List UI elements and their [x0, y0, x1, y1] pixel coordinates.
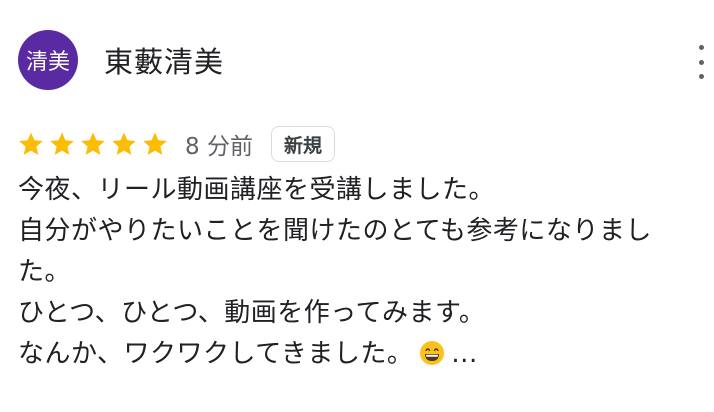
menu-dot [698, 59, 704, 65]
review-line: なんか、ワクワクしてきました。 ... [18, 334, 698, 375]
star-icon [81, 132, 105, 155]
review-line: 自分がやりたいことを聞けたのとても参考になりまし [18, 216, 652, 246]
review-text: 今夜、リール動画講座を受講しました。 自分がやりたいことを聞けたのとても参考にな… [18, 170, 698, 375]
more-vertical-icon[interactable] [696, 45, 706, 79]
reviewer-name[interactable]: 東藪清美 [104, 39, 224, 81]
star-icon [19, 132, 43, 155]
avatar[interactable]: 清美 [18, 30, 78, 90]
star-icon [112, 132, 136, 155]
review-line: 今夜、リール動画講座を受講しました。 [18, 175, 496, 205]
star-icon [143, 132, 167, 155]
review-line: ひとつ、ひとつ、動画を作ってみます。 [18, 298, 486, 328]
star-rating [18, 131, 173, 157]
new-badge: 新規 [270, 126, 335, 162]
review-time: 8 分前 [185, 134, 253, 160]
review-card: 清美 東藪清美 8 分前 新規 今夜、リール動画講座を受講しました。 自分がやり… [0, 0, 714, 412]
menu-dot [698, 45, 704, 50]
review-line-text: なんか、ワクワクしてきました。 [18, 339, 414, 369]
truncation-ellipsis[interactable]: ... [451, 339, 477, 369]
review-line: た。 [18, 257, 72, 287]
review-meta: 8 分前 新規 [18, 124, 335, 164]
grinning-face-emoji [420, 341, 445, 365]
menu-dot [698, 74, 704, 79]
reviewer-header: 清美 東藪清美 [18, 30, 224, 90]
star-icon [50, 132, 74, 155]
